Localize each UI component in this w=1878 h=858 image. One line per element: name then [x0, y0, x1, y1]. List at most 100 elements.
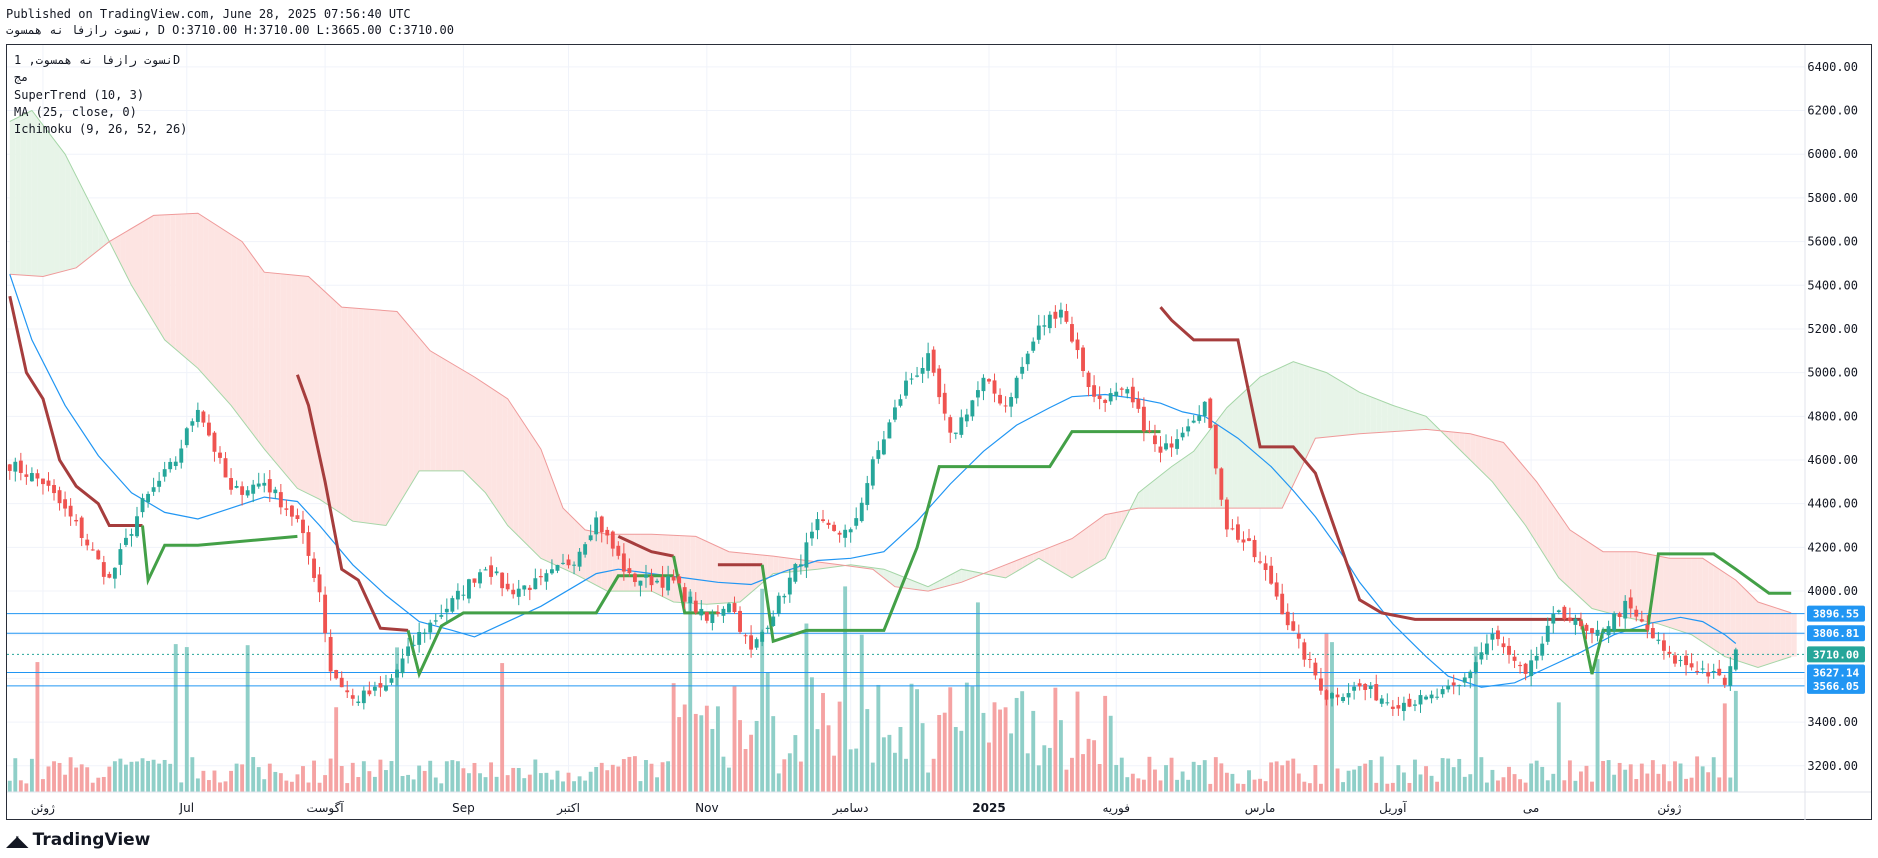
- volume-bar: [85, 767, 90, 792]
- candle-body: [1501, 643, 1506, 648]
- candle-body: [1435, 696, 1440, 698]
- cloud-segment: [1486, 438, 1493, 482]
- cloud-segment: [1719, 569, 1725, 657]
- cloud-segment: [1188, 451, 1194, 509]
- volume-bar: [1479, 757, 1484, 792]
- price-tick-label: 4600.00: [1807, 453, 1858, 467]
- candle-body: [909, 378, 914, 380]
- candle-body: [234, 485, 239, 488]
- candle-body: [1164, 443, 1168, 450]
- cloud-segment: [518, 415, 525, 542]
- candle-body: [854, 518, 859, 526]
- cloud-segment: [1265, 371, 1272, 509]
- legend-ma[interactable]: MA (25, close, 0): [14, 104, 137, 121]
- cloud-segment: [1492, 439, 1498, 490]
- volume-bar: [505, 775, 510, 792]
- volume-bar: [1634, 779, 1639, 792]
- cloud-segment: [717, 546, 724, 604]
- candle-body: [1042, 325, 1047, 327]
- volume-bar: [876, 684, 881, 792]
- candle-body: [671, 576, 676, 581]
- volume-bar: [1584, 765, 1589, 792]
- cloud-segment: [269, 272, 276, 463]
- candle-body: [439, 615, 444, 617]
- cloud-segment: [1398, 407, 1404, 432]
- cloud-segment: [419, 337, 425, 471]
- cloud-segment: [231, 234, 237, 413]
- cloud-segment: [208, 220, 215, 387]
- volume-bar: [1097, 764, 1102, 792]
- volume-bar: [135, 761, 139, 792]
- volume-bar: [1733, 690, 1738, 792]
- volume-bar: [312, 760, 316, 792]
- candle-body: [682, 587, 687, 602]
- price-tick-label: 5600.00: [1807, 235, 1858, 249]
- volume-bar: [1700, 766, 1705, 792]
- cloud-segment: [430, 350, 436, 471]
- candle-body: [245, 490, 250, 496]
- cloud-segment: [203, 216, 209, 381]
- volume-bar: [1186, 779, 1191, 792]
- legend-supertrend[interactable]: SuperTrend (10, 3): [14, 87, 144, 104]
- cloud-segment: [1630, 551, 1637, 620]
- volume-bar: [771, 716, 776, 792]
- price-chart[interactable]: 3200.003400.003600.003800.004000.004200.…: [0, 0, 1878, 858]
- cloud-segment: [214, 223, 220, 394]
- legend-ichimoku[interactable]: Ichimoku (9, 26, 52, 26): [14, 121, 187, 138]
- cloud-segment: [1094, 518, 1100, 565]
- candle-body: [1136, 398, 1141, 409]
- candle-body: [384, 685, 388, 691]
- cloud-segment: [524, 423, 530, 548]
- candle-body: [1446, 685, 1451, 690]
- volume-bar: [1274, 761, 1279, 792]
- candle-body: [1601, 632, 1606, 634]
- candle-body: [937, 368, 942, 398]
- cloud-segment: [347, 307, 353, 522]
- volume-bar: [1673, 761, 1677, 792]
- volume-bar: [63, 774, 68, 792]
- volume-bar: [151, 759, 156, 792]
- volume-bar: [46, 766, 51, 792]
- volume-bar: [898, 726, 903, 792]
- price-tick-label: 6200.00: [1807, 104, 1858, 118]
- time-tick-label: ژوئن: [31, 801, 55, 816]
- cloud-segment: [1083, 526, 1089, 572]
- volume-bar: [372, 776, 377, 792]
- cloud-segment: [1354, 389, 1360, 435]
- volume-bar: [1567, 760, 1572, 792]
- candle-body: [1567, 617, 1572, 621]
- cloud-segment: [1204, 429, 1211, 509]
- cloud-segment: [148, 215, 154, 322]
- candle-body: [118, 549, 123, 565]
- candle-body: [1529, 660, 1534, 677]
- candle-body: [959, 417, 964, 435]
- cloud-segment: [1608, 551, 1615, 615]
- cloud-segment: [1426, 416, 1432, 430]
- cloud-segment: [1691, 558, 1698, 639]
- time-tick-label: Nov: [695, 801, 718, 815]
- volume-bar: [638, 781, 643, 792]
- volume-bar: [1562, 780, 1567, 792]
- candle-body: [1390, 706, 1395, 709]
- cloud-segment: [463, 370, 469, 477]
- volume-bar: [1512, 774, 1517, 792]
- volume-bar: [1435, 781, 1440, 792]
- cloud-segment: [264, 272, 270, 456]
- cloud-segment: [1597, 548, 1604, 612]
- volume-bar: [1706, 772, 1711, 792]
- price-level-lines: [7, 613, 1805, 687]
- candle-body: [1534, 655, 1539, 661]
- volume-bar: [157, 763, 162, 792]
- candle-body: [1379, 698, 1384, 704]
- candle-body: [367, 690, 372, 695]
- candle-body: [1711, 671, 1716, 673]
- cloud-segment: [1331, 375, 1338, 437]
- volume-bar: [301, 766, 305, 792]
- candle-body: [1130, 386, 1135, 403]
- candle-body: [964, 414, 969, 422]
- volume-bar: [29, 758, 34, 792]
- candle-body: [406, 646, 411, 656]
- cloud-segment: [1580, 537, 1587, 604]
- cloud-segment: [1154, 475, 1161, 509]
- volume-bar: [79, 764, 84, 792]
